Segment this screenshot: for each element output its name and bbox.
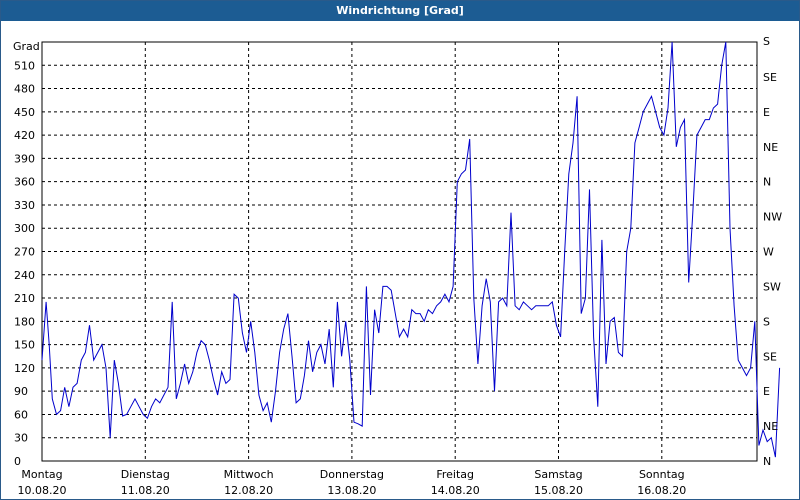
- y-tick-label: 90: [14, 385, 28, 398]
- x-tick-date: 13.08.20: [327, 484, 376, 497]
- y-tick-label: 480: [14, 83, 35, 96]
- grid: [42, 42, 757, 461]
- wind-direction-series-line: [41, 41, 781, 458]
- x-tick-date: 14.08.20: [431, 484, 480, 497]
- compass-tick-label: E: [763, 106, 770, 119]
- compass-tick-label: S: [763, 35, 770, 48]
- x-tick-day: Freitag: [436, 468, 474, 481]
- y-tick-label: 210: [14, 292, 35, 305]
- y-tick-label: 150: [14, 339, 35, 352]
- y-tick-label: 390: [14, 152, 35, 165]
- x-tick-day: Donnerstag: [320, 468, 384, 481]
- compass-tick-label: N: [763, 455, 771, 468]
- compass-tick-label: NW: [763, 211, 782, 224]
- compass-tick-label: E: [763, 385, 770, 398]
- compass-tick-label: NE: [763, 141, 778, 154]
- compass-tick-label: SE: [763, 350, 777, 363]
- y-tick-label: 360: [14, 176, 35, 189]
- compass-tick-label: N: [763, 176, 771, 189]
- y-tick-label: 270: [14, 246, 35, 259]
- compass-tick-label: NE: [763, 420, 778, 433]
- y-tick-label: 450: [14, 106, 35, 119]
- x-tick-date: 15.08.20: [534, 484, 583, 497]
- y-tick-label: 300: [14, 222, 35, 235]
- y-tick-label: 330: [14, 199, 35, 212]
- tick-labels: 0 30 60 90 120 150 180 210 240 270 300 330 360 390 420…: [13, 35, 782, 497]
- x-tick-day: Montag: [21, 468, 62, 481]
- wind-direction-chart: 0 30 60 90 120 150 180 210 240 270 300 330 360 390 420…: [13, 35, 782, 497]
- x-tick-day: Samstag: [534, 468, 582, 481]
- x-tick-date: 11.08.20: [121, 484, 170, 497]
- compass-tick-label: S: [763, 315, 770, 328]
- y-axis-label: Grad: [13, 40, 40, 53]
- y-tick-label: 120: [14, 362, 35, 375]
- x-tick-day: Mittwoch: [224, 468, 274, 481]
- x-tick-day: Dienstag: [121, 468, 170, 481]
- y-tick-label: 420: [14, 129, 35, 142]
- series-layer: [41, 41, 781, 458]
- x-tick-date: 16.08.20: [637, 484, 686, 497]
- x-tick-date: 10.08.20: [18, 484, 67, 497]
- y-tick-label: 60: [14, 408, 28, 421]
- compass-tick-label: SW: [763, 280, 781, 293]
- compass-tick-label: SE: [763, 71, 777, 84]
- y-tick-label: 240: [14, 269, 35, 282]
- y-tick-label: 0: [14, 455, 21, 468]
- compass-tick-label: W: [763, 246, 774, 259]
- y-tick-label: 510: [14, 59, 35, 72]
- y-tick-label: 180: [14, 315, 35, 328]
- x-tick-date: 12.08.20: [224, 484, 273, 497]
- y-tick-label: 30: [14, 432, 28, 445]
- x-tick-day: Sonntag: [639, 468, 685, 481]
